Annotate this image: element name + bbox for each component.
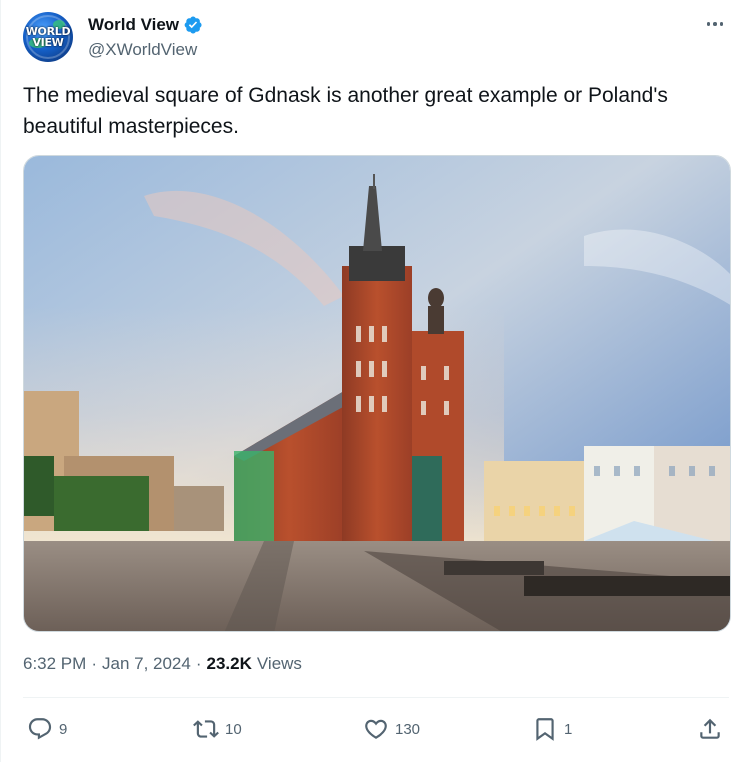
tweet-photo[interactable] <box>23 155 731 632</box>
share-icon <box>700 718 720 739</box>
author-handle[interactable]: @XWorldView <box>88 40 197 60</box>
repost-icon <box>193 720 219 738</box>
share-button[interactable] <box>697 711 723 747</box>
meta-separator: · <box>195 654 202 673</box>
views-count: 23.2K <box>206 654 252 673</box>
bookmark-count: 1 <box>564 720 573 738</box>
repost-count: 10 <box>225 720 242 738</box>
bookmark-icon <box>536 718 554 741</box>
reply-icon <box>28 718 52 740</box>
action-bar: 9 10 130 1 <box>23 711 728 747</box>
tweet-date[interactable]: Jan 7, 2024 <box>102 654 191 674</box>
avatar-logo-line2: VIEW <box>32 36 64 49</box>
heart-icon <box>365 719 387 739</box>
reply-count: 9 <box>59 720 68 738</box>
tweet-card: WORLD VIEW World View @XWorldView The me… <box>0 0 741 762</box>
repost-button[interactable]: 10 <box>193 711 242 747</box>
like-button[interactable]: 130 <box>363 711 420 747</box>
verified-badge-icon[interactable] <box>183 15 203 35</box>
meta-separator: · <box>91 654 97 673</box>
author-name-row: World View <box>88 14 203 36</box>
tweet-text: The medieval square of Gdnask is another… <box>23 84 668 138</box>
like-count: 130 <box>395 720 421 738</box>
author-display-name[interactable]: World View <box>88 15 179 35</box>
more-icon[interactable] <box>701 12 729 36</box>
photo-scene <box>24 156 730 631</box>
divider <box>23 697 729 698</box>
reply-button[interactable]: 9 <box>27 711 67 747</box>
tweet-meta: 6:32 PM · Jan 7, 2024 · 23.2K Views <box>23 654 302 674</box>
tweet-time[interactable]: 6:32 PM <box>23 654 86 674</box>
bookmark-button[interactable]: 1 <box>532 711 572 747</box>
views-label: Views <box>256 654 302 673</box>
avatar-logo-text: WORLD VIEW <box>26 26 71 48</box>
avatar[interactable]: WORLD VIEW <box>23 12 73 62</box>
